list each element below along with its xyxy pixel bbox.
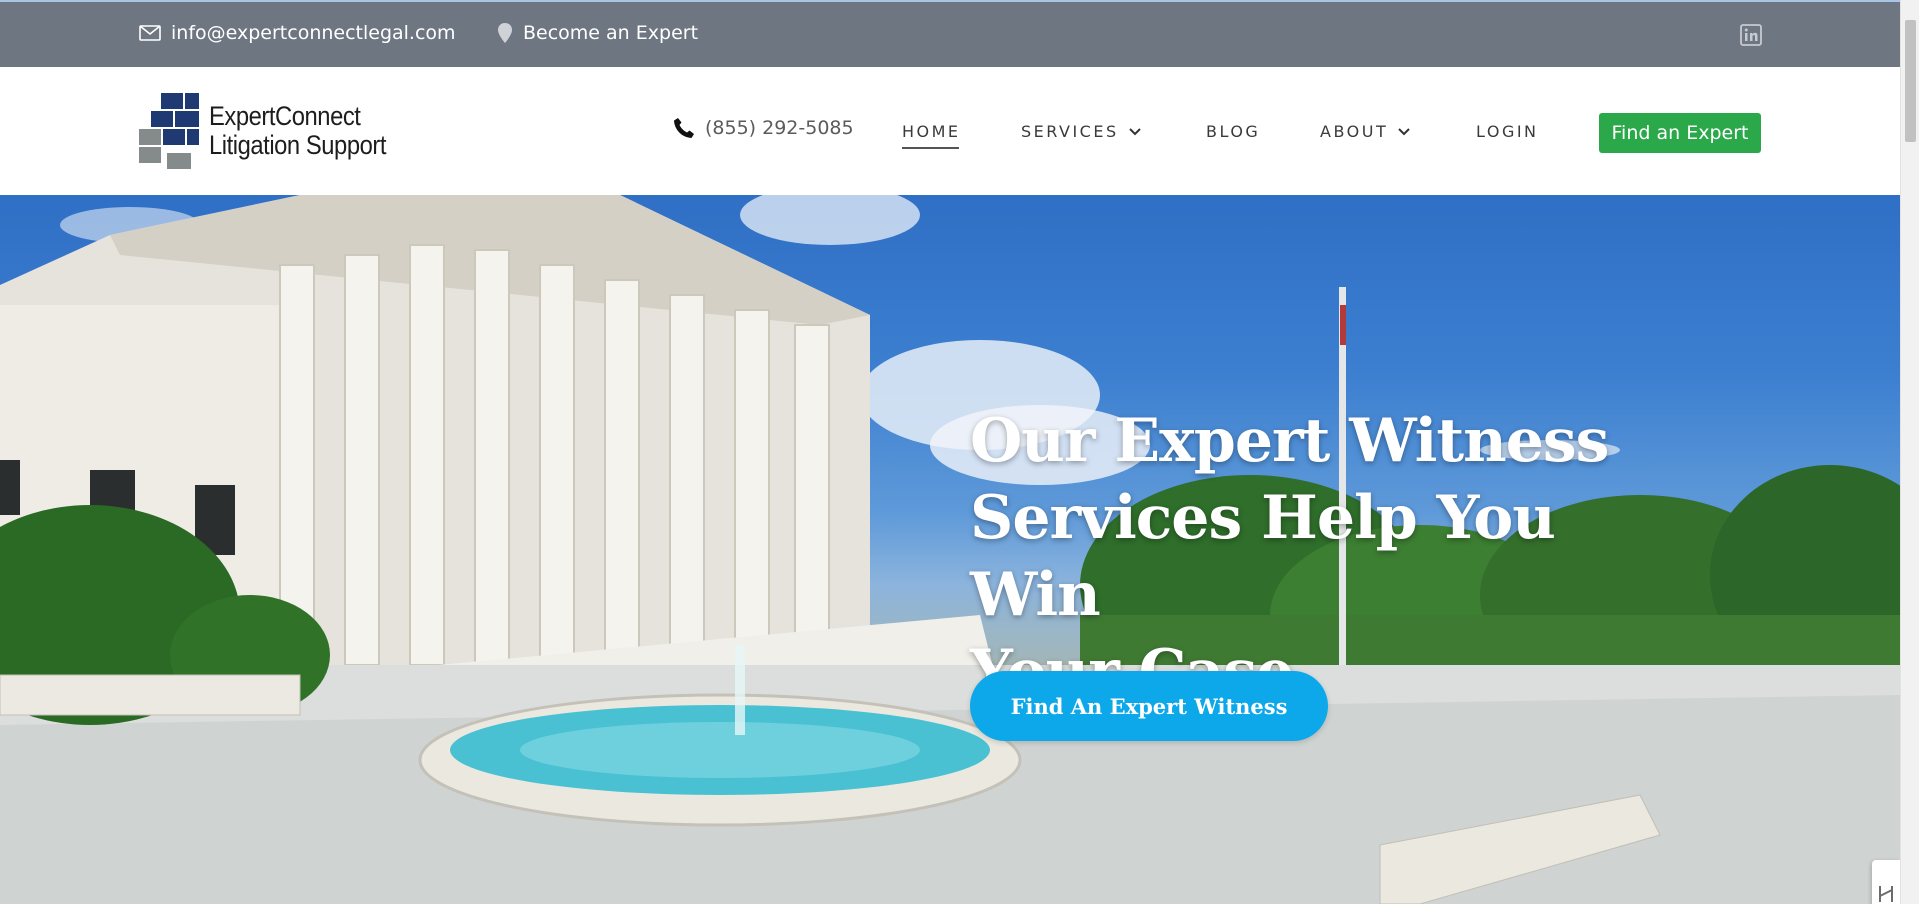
- nav-services-label: SERVICES: [1021, 122, 1119, 141]
- find-expert-witness-button[interactable]: Find An Expert Witness: [970, 671, 1328, 741]
- nav-home-label: HOME: [902, 122, 961, 141]
- envelope-icon: [139, 25, 161, 41]
- chevron-down-icon: [1398, 127, 1410, 135]
- nav-services[interactable]: SERVICES: [1021, 122, 1141, 141]
- side-widget-tab[interactable]: [1872, 860, 1900, 904]
- phone-link[interactable]: (855) 292-5085: [673, 117, 854, 139]
- site-header: ExpertConnect Litigation Support (855) 2…: [0, 67, 1900, 195]
- nav-about[interactable]: ABOUT: [1320, 122, 1410, 141]
- widget-icon: [1879, 886, 1893, 902]
- site-logo[interactable]: ExpertConnect Litigation Support: [139, 93, 419, 169]
- phone-number: (855) 292-5085: [705, 117, 854, 139]
- hero-section: Our Expert Witness Services Help You Win…: [0, 195, 1900, 904]
- logo-text: ExpertConnect Litigation Support: [209, 102, 386, 160]
- hero-headline-line-2: Services Help You Win: [970, 483, 1556, 630]
- hero-headline: Our Expert Witness Services Help You Win…: [970, 403, 1690, 711]
- page-scrollbar[interactable]: [1900, 0, 1919, 904]
- logo-line-1: ExpertConnect: [209, 101, 361, 131]
- phone-icon: [674, 118, 694, 138]
- nav-login[interactable]: LOGIN: [1476, 122, 1539, 141]
- nav-login-label: LOGIN: [1476, 122, 1539, 141]
- logo-mark: [139, 93, 199, 169]
- nav-blog[interactable]: BLOG: [1206, 122, 1260, 141]
- nav-about-label: ABOUT: [1320, 122, 1389, 141]
- nav-blog-label: BLOG: [1206, 122, 1261, 141]
- scrollbar-thumb[interactable]: [1905, 20, 1916, 142]
- email-link[interactable]: info@expertconnectlegal.com: [139, 22, 456, 44]
- hero-headline-line-1: Our Expert Witness: [970, 406, 1609, 476]
- linkedin-icon[interactable]: [1740, 24, 1762, 46]
- map-pin-icon: [498, 23, 512, 43]
- page: info@expertconnectlegal.com Become an Ex…: [0, 0, 1900, 904]
- chevron-down-icon: [1128, 127, 1141, 135]
- become-expert-text: Become an Expert: [523, 22, 699, 44]
- find-expert-button[interactable]: Find an Expert: [1599, 113, 1761, 153]
- nav-home[interactable]: HOME: [902, 122, 961, 149]
- logo-line-2: Litigation Support: [209, 130, 387, 160]
- become-expert-link[interactable]: Become an Expert: [497, 22, 698, 44]
- email-text: info@expertconnectlegal.com: [171, 22, 456, 44]
- top-info-bar: info@expertconnectlegal.com Become an Ex…: [0, 0, 1900, 67]
